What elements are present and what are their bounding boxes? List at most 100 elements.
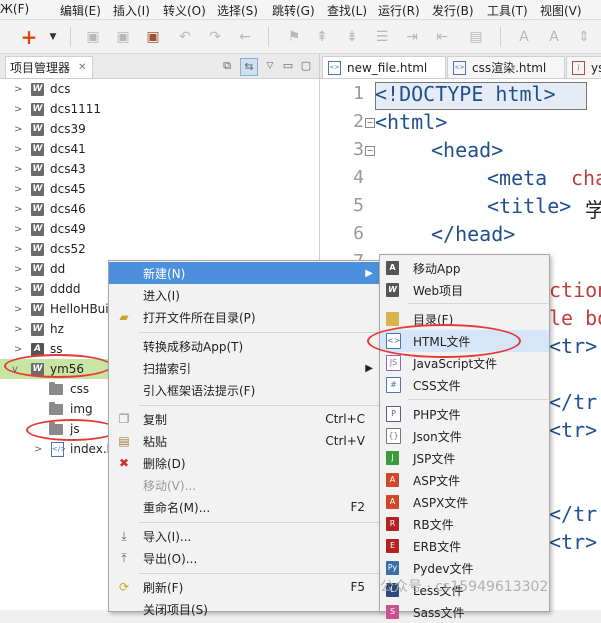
submenu-item-aspx-file[interactable]: A ASPX文件	[380, 491, 549, 513]
menu-item-scan-index[interactable]: 扫描索引 ▶	[109, 357, 381, 379]
bookmark-icon[interactable]: ⚑	[285, 28, 303, 46]
submenu-item-erb-file[interactable]: E ERB文件	[380, 535, 549, 557]
submenu-item-asp-file[interactable]: A ASP文件	[380, 469, 549, 491]
prev-bookmark-icon[interactable]: ⇞	[313, 28, 331, 46]
save-icon[interactable]: ▣	[84, 28, 102, 46]
collapse-all-icon[interactable]: ⧉	[219, 58, 235, 74]
new-icon[interactable]: +	[20, 27, 38, 47]
back-icon[interactable]: ←	[236, 28, 254, 46]
fold-toggle-icon[interactable]: −	[365, 118, 375, 128]
code-fragment[interactable]: le bo	[549, 306, 601, 330]
menu-item-import[interactable]: ⤓ 导入(I)...	[109, 525, 381, 547]
redo-icon[interactable]: ↷	[206, 28, 224, 46]
expand-arrow-icon[interactable]: >	[14, 344, 24, 355]
menu-find[interactable]: 查找(L)	[327, 2, 367, 19]
submenu-item-web-project[interactable]: W Web项目	[380, 279, 549, 301]
tree-project[interactable]: > Wdcs52	[0, 239, 319, 259]
tree-project[interactable]: > Wdcs39	[0, 119, 319, 139]
outdent-icon[interactable]: ⇤	[433, 28, 451, 46]
tree-project[interactable]: > Wdcs	[0, 79, 319, 99]
code-title-text[interactable]: 学	[585, 194, 601, 223]
view-menu-icon[interactable]: ▽	[262, 58, 278, 74]
menu-tools[interactable]: 工具(T)	[487, 2, 528, 19]
menu-item-rename[interactable]: 重命名(M)... F2	[109, 496, 381, 518]
font-increase-icon[interactable]: A	[515, 28, 533, 46]
menu-file[interactable]: Ж(F)	[0, 2, 29, 16]
code-title[interactable]: <title>	[487, 194, 571, 218]
tree-project[interactable]: > Wdcs1111	[0, 99, 319, 119]
tree-project[interactable]: > Wdcs41	[0, 139, 319, 159]
menu-insert[interactable]: 插入(I)	[113, 2, 150, 19]
code-doctype[interactable]: <!DOCTYPE html>	[375, 82, 556, 106]
tree-project[interactable]: > Wdcs43	[0, 159, 319, 179]
font-decrease-icon[interactable]: A	[545, 28, 563, 46]
submenu-item-js-file[interactable]: JS JavaScript文件	[380, 352, 549, 374]
code-meta-attr[interactable]: cha	[571, 166, 601, 190]
expand-arrow-icon[interactable]: >	[14, 104, 24, 115]
menu-edit[interactable]: 编辑(E)	[60, 2, 101, 19]
tree-project[interactable]: > Wdcs46	[0, 199, 319, 219]
submenu-item-html-file[interactable]: <> HTML文件	[380, 330, 549, 352]
code-fragment[interactable]: ction	[549, 278, 601, 302]
submenu-item-css-file[interactable]: # CSS文件	[380, 374, 549, 396]
tab-new-file[interactable]: <> new_file.html	[322, 56, 446, 78]
save-all-icon[interactable]: ▣	[114, 28, 132, 46]
format-icon[interactable]: ▤	[467, 28, 485, 46]
submenu-item-mobile-app[interactable]: A 移动App	[380, 257, 549, 279]
submenu-item-jsp-file[interactable]: J JSP文件	[380, 447, 549, 469]
expand-arrow-icon[interactable]: >	[14, 324, 24, 335]
expand-arrow-icon[interactable]: >	[14, 244, 24, 255]
menu-item-framework-hint[interactable]: 引入框架语法提示(F)	[109, 379, 381, 401]
indent-icon[interactable]: ⇥	[403, 28, 421, 46]
collapse-arrow-icon[interactable]: v	[12, 364, 22, 375]
submenu-item-php-file[interactable]: P PHP文件	[380, 403, 549, 425]
code-html-open[interactable]: <html>	[375, 110, 447, 134]
code-fragment[interactable]: </tr	[549, 502, 597, 526]
menu-item-open-folder[interactable]: ▰ 打开文件所在目录(P)	[109, 306, 381, 328]
expand-arrow-icon[interactable]: >	[14, 84, 24, 95]
expand-arrow-icon[interactable]: >	[14, 164, 24, 175]
expand-arrow-icon[interactable]: >	[14, 124, 24, 135]
code-fragment[interactable]: <tr>	[549, 334, 597, 358]
menu-item-export[interactable]: ⤒ 导出(O)...	[109, 547, 381, 569]
menu-item-copy[interactable]: ❐ 复制 Ctrl+C	[109, 408, 381, 430]
code-head-open[interactable]: <head>	[431, 138, 503, 162]
menu-publish[interactable]: 发行(B)	[432, 2, 474, 19]
submenu-item-folder[interactable]: 目录(F)	[380, 308, 549, 330]
menu-item-close-project[interactable]: 关闭项目(S)	[109, 598, 381, 620]
menu-run[interactable]: 运行(R)	[378, 2, 420, 19]
code-fragment[interactable]: <tr>	[549, 530, 597, 554]
menu-select[interactable]: 选择(S)	[217, 2, 258, 19]
expand-arrow-icon[interactable]: >	[14, 144, 24, 155]
submenu-item-rb-file[interactable]: R RB文件	[380, 513, 549, 535]
expand-arrow-icon[interactable]: >	[14, 224, 24, 235]
menu-goto[interactable]: 跳转(G)	[272, 2, 315, 19]
minimize-icon[interactable]: ▭	[280, 58, 296, 74]
expand-arrow-icon[interactable]: >	[14, 264, 24, 275]
tree-project[interactable]: > Wdcs45	[0, 179, 319, 199]
menu-item-paste[interactable]: ▤ 粘贴 Ctrl+V	[109, 430, 381, 452]
menu-escape[interactable]: 转义(O)	[163, 2, 206, 19]
next-bookmark-icon[interactable]: ⇟	[343, 28, 361, 46]
tab-project-explorer[interactable]: 项目管理器 ✕	[5, 56, 94, 78]
expand-arrow-icon[interactable]: >	[34, 444, 44, 455]
expand-arrow-icon[interactable]: >	[14, 184, 24, 195]
menu-view[interactable]: 视图(V)	[540, 2, 582, 19]
close-icon[interactable]: ▣	[144, 28, 162, 46]
undo-icon[interactable]: ↶	[176, 28, 194, 46]
fold-toggle-icon[interactable]: −	[365, 146, 375, 156]
menu-item-delete[interactable]: ✖ 删除(D)	[109, 452, 381, 474]
menu-item-refresh[interactable]: ⟳ 刷新(F) F5	[109, 576, 381, 598]
menu-item-convert-app[interactable]: 转换成移动App(T)	[109, 335, 381, 357]
submenu-item-json-file[interactable]: {} Json文件	[380, 425, 549, 447]
toggle-case-icon[interactable]: ⇕	[575, 28, 593, 46]
new-dropdown-icon[interactable]: ▼	[44, 28, 62, 46]
link-editor-icon[interactable]: ⇆	[240, 58, 258, 76]
menu-item-move[interactable]: 移动(V)...	[109, 474, 381, 496]
expand-arrow-icon[interactable]: >	[14, 204, 24, 215]
tab-ys[interactable]: jys	[566, 56, 601, 78]
comment-icon[interactable]: ☰	[373, 28, 391, 46]
tree-project[interactable]: > Wdcs49	[0, 219, 319, 239]
submenu-item-sass-file[interactable]: S Sass文件	[380, 601, 549, 623]
maximize-icon[interactable]: ▢	[298, 58, 314, 74]
